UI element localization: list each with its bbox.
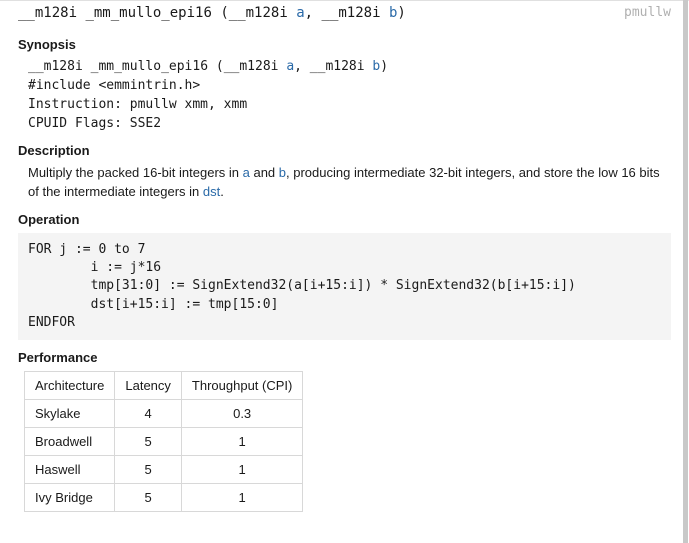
signature-row: __m128i _mm_mullo_epi16 (__m128i a, __m1…: [0, 0, 689, 27]
synopsis-signature: __m128i _mm_mullo_epi16 (__m128i a, __m1…: [28, 58, 671, 77]
lat-cell: 5: [115, 484, 182, 512]
synopsis-instruction: Instruction: pmullw xmm, xmm: [28, 96, 671, 115]
description-text: Multiply the packed 16-bit integers in a…: [28, 164, 671, 202]
function-name: _mm_mullo_epi16: [85, 5, 211, 21]
comma: ,: [305, 5, 322, 21]
arch-cell: Broadwell: [25, 428, 115, 456]
tp-cell: 0.3: [181, 400, 302, 428]
arch-cell: Ivy Bridge: [25, 484, 115, 512]
table-row: Skylake 4 0.3: [25, 400, 303, 428]
paren-close: ): [397, 5, 405, 21]
param-type: __m128i: [229, 5, 288, 21]
synopsis-block: __m128i _mm_mullo_epi16 (__m128i a, __m1…: [28, 58, 671, 133]
scrollbar[interactable]: [683, 0, 688, 543]
param-name: a: [296, 5, 304, 21]
heading-synopsis: Synopsis: [18, 37, 671, 52]
tp-cell: 1: [181, 428, 302, 456]
arch-cell: Skylake: [25, 400, 115, 428]
table-row: Ivy Bridge 5 1: [25, 484, 303, 512]
heading-performance: Performance: [18, 350, 671, 365]
arch-cell: Haswell: [25, 456, 115, 484]
performance-table: Architecture Latency Throughput (CPI) Sk…: [24, 371, 303, 512]
return-type: __m128i: [18, 5, 77, 21]
paren-open: (: [220, 5, 228, 21]
table-row: Broadwell 5 1: [25, 428, 303, 456]
table-row: Haswell 5 1: [25, 456, 303, 484]
lat-cell: 5: [115, 456, 182, 484]
col-latency: Latency: [115, 372, 182, 400]
lat-cell: 4: [115, 400, 182, 428]
lat-cell: 5: [115, 428, 182, 456]
operation-pseudocode: FOR j := 0 to 7 i := j*16 tmp[31:0] := S…: [18, 233, 671, 340]
tp-cell: 1: [181, 484, 302, 512]
table-header-row: Architecture Latency Throughput (CPI): [25, 372, 303, 400]
synopsis-cpuid: CPUID Flags: SSE2: [28, 115, 671, 134]
param-type: __m128i: [322, 5, 381, 21]
tp-cell: 1: [181, 456, 302, 484]
col-architecture: Architecture: [25, 372, 115, 400]
intrinsic-doc: __m128i _mm_mullo_epi16 (__m128i a, __m1…: [0, 0, 689, 512]
col-throughput: Throughput (CPI): [181, 372, 302, 400]
signature: __m128i _mm_mullo_epi16 (__m128i a, __m1…: [18, 5, 612, 21]
heading-description: Description: [18, 143, 671, 158]
instruction-mnemonic: pmullw: [624, 5, 671, 20]
heading-operation: Operation: [18, 212, 671, 227]
synopsis-include: #include <emmintrin.h>: [28, 77, 671, 96]
